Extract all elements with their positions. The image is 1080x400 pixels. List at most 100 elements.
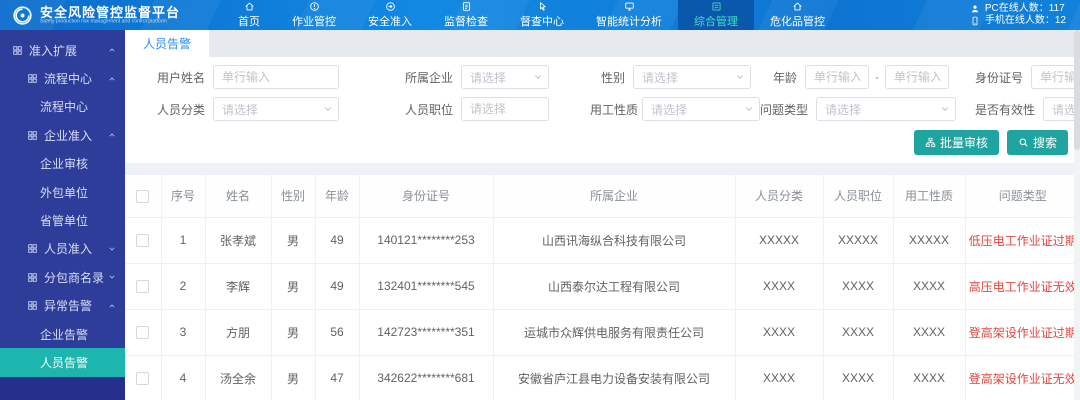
- column-header: 人员分类: [734, 175, 824, 218]
- chevron-down-icon: [533, 72, 543, 82]
- sidebar-item-label: 企业准入: [44, 128, 93, 143]
- filter-input-max[interactable]: [885, 65, 949, 89]
- cell-seq: 3: [160, 308, 206, 356]
- row-checkbox[interactable]: [136, 234, 150, 248]
- row-checkbox-cell: [125, 262, 162, 310]
- nav-item-label: 监督检查: [444, 16, 488, 28]
- filter-grid: 用户姓名所属企业请选择性别请选择年龄-身份证号人员分类请选择人员职位用工性质请选…: [135, 65, 1080, 121]
- cell-problem: 登高架设作业证无效: [964, 354, 1080, 400]
- row-checkbox-cell: [125, 354, 162, 400]
- platform-subtitle: Safety production risk management and co…: [40, 18, 167, 24]
- filter-label: 问题类型: [760, 102, 809, 117]
- nav-item-5[interactable]: 智能统计分析: [580, 0, 678, 30]
- chevron-up-icon: [108, 302, 116, 310]
- sidebar-item-10[interactable]: 企业告警: [0, 320, 125, 348]
- online-stat-0: PC在线人数：117: [970, 4, 1065, 14]
- row-checkbox[interactable]: [136, 280, 150, 294]
- scrollbar[interactable]: [1074, 30, 1080, 400]
- nav-item-4[interactable]: 督查中心: [504, 0, 580, 30]
- sidebar-item-label: 流程中心: [40, 100, 89, 115]
- sidebar-item-11[interactable]: 人员告警: [0, 348, 125, 377]
- column-header: 人员职位: [822, 175, 894, 218]
- cell-id_number: 132401********545: [358, 262, 494, 310]
- cell-seq: 2: [160, 262, 206, 310]
- row-checkbox[interactable]: [136, 326, 150, 340]
- sidebar-item-2[interactable]: 流程中心: [0, 93, 125, 121]
- age-range: -: [805, 65, 949, 89]
- cell-employment: XXXX: [892, 308, 966, 356]
- grid-icon: [12, 45, 23, 56]
- filter-input-min[interactable]: [805, 65, 869, 89]
- column-header: 序号: [160, 175, 206, 218]
- cell-name: 方朋: [204, 308, 272, 356]
- top-header: 安全风险管控监督平台 Safety production risk manage…: [0, 0, 1080, 30]
- nav-item-3[interactable]: 监督检查: [428, 0, 504, 30]
- sidebar-item-0[interactable]: 准入扩展: [0, 36, 125, 64]
- cell-position: XXXX: [822, 262, 894, 310]
- sidebar-item-9[interactable]: 异常告警: [0, 292, 125, 320]
- sidebar-item-label: 企业告警: [40, 327, 89, 342]
- scrollbar-thumb[interactable]: [1074, 30, 1080, 150]
- cell-company: 安徽省庐江县电力设备安装有限公司: [492, 354, 736, 400]
- filter-field-7: 用工性质 请选择: [590, 97, 760, 121]
- nav-item-1[interactable]: 作业管控: [276, 0, 352, 30]
- nav-item-label: 作业管控: [292, 16, 336, 28]
- cell-name: 汤全余: [204, 354, 272, 400]
- nav-item-7[interactable]: 危化品管控: [754, 0, 841, 30]
- nav-item-label: 督查中心: [520, 16, 564, 28]
- online-stats: PC在线人数：117 手机在线人数：12: [970, 0, 1080, 30]
- filter-select[interactable]: 请选择: [642, 97, 760, 121]
- filter-input[interactable]: [213, 65, 339, 89]
- phone-icon: [970, 16, 980, 26]
- chevron-down-icon: [735, 72, 745, 82]
- grid-icon: [27, 272, 38, 283]
- sidebar-item-6[interactable]: 省管单位: [0, 206, 125, 234]
- cell-company: 运城市众辉供电服务有限责任公司: [492, 308, 736, 356]
- filter-select[interactable]: 请选择: [213, 97, 339, 121]
- chevron-down-icon: [940, 104, 950, 114]
- alert-table: 序号 姓名 性别 年龄 身份证号 所属企业 人员分类 人员职位 用工性质 问题类型 1 张孝斌男 49 1…: [125, 175, 1080, 400]
- filter-select[interactable]: 请选择: [633, 65, 751, 89]
- search-button[interactable]: 搜索: [1006, 130, 1068, 155]
- column-header: 所属企业: [492, 175, 736, 218]
- tab-personnel-alert[interactable]: 人员告警: [125, 30, 210, 57]
- sidebar-item-4[interactable]: 企业审核: [0, 150, 125, 178]
- grid-icon: [27, 73, 38, 84]
- nav-item-label: 首页: [238, 16, 260, 28]
- nav-item-6[interactable]: 综合管理: [678, 0, 754, 30]
- table-row-2: 3 方朋男 56 142723********351 运城市众辉供电服务有限责任公司 XX…: [125, 308, 1080, 356]
- sidebar-item-7[interactable]: 人员准入: [0, 235, 125, 263]
- select-all-checkbox[interactable]: [136, 189, 150, 203]
- filter-input[interactable]: [1031, 65, 1080, 89]
- select-placeholder: 请选择: [825, 102, 862, 117]
- sidebar-item-8[interactable]: 分包商名录: [0, 263, 125, 291]
- sidebar-item-1[interactable]: 流程中心: [0, 64, 125, 92]
- filter-label: 是否有效性: [975, 102, 1036, 117]
- table-row-3: 4 汤全余男 47 342622********681 安徽省庐江县电力设备安装有限公司…: [125, 354, 1080, 400]
- cell-gender: 男: [270, 354, 316, 400]
- batch-audit-button[interactable]: 批量审核: [913, 130, 999, 155]
- cell-gender: 男: [270, 262, 316, 310]
- row-checkbox[interactable]: [136, 372, 150, 386]
- sidebar-item-3[interactable]: 企业准入: [0, 121, 125, 149]
- nav-item-0[interactable]: 首页: [222, 0, 276, 30]
- filter-select[interactable]: 请选择: [816, 97, 957, 121]
- cell-gender: 男: [270, 216, 316, 264]
- filter-panel: 用户姓名所属企业请选择性别请选择年龄-身份证号人员分类请选择人员职位用工性质请选…: [125, 57, 1080, 163]
- cell-category: XXXX: [734, 308, 824, 356]
- column-header: 姓名: [204, 175, 272, 218]
- filter-select[interactable]: 请选择: [461, 65, 550, 89]
- sidebar-footer: [0, 376, 125, 400]
- sidebar-menu: 准入扩展 流程中心 流程中心 企业准入 企业审核 外包单位 省管单位 人员准入 分包商名录 异常告…: [0, 30, 125, 400]
- filter-input[interactable]: [461, 97, 550, 121]
- cell-category: XXXX: [734, 262, 824, 310]
- cell-category: XXXX: [734, 354, 824, 400]
- person-icon: [970, 4, 980, 14]
- cell-company: 山西讯海纵合科技有限公司: [492, 216, 736, 264]
- range-dash: -: [875, 70, 879, 84]
- nav-item-2[interactable]: 安全准入: [352, 0, 428, 30]
- button-row: 批量审核 搜索: [135, 130, 1070, 155]
- sidebar-item-5[interactable]: 外包单位: [0, 178, 125, 206]
- select-placeholder: 请选择: [651, 102, 688, 117]
- home-icon: [792, 1, 803, 12]
